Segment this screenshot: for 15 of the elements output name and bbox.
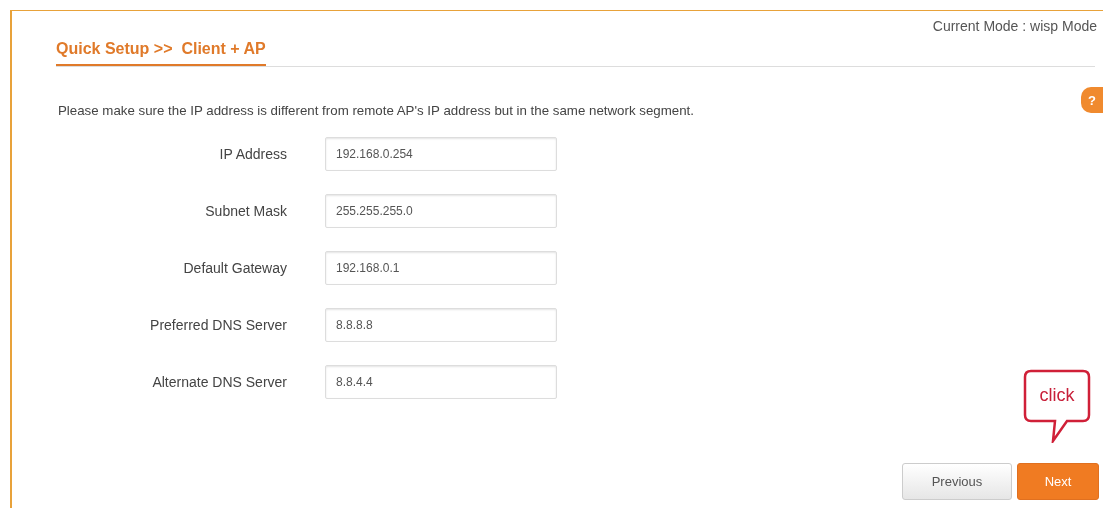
- previous-button[interactable]: Previous: [902, 463, 1012, 500]
- field-label: Alternate DNS Server: [151, 374, 287, 390]
- field-label: Default Gateway: [182, 260, 287, 276]
- field-label: Preferred DNS Server: [149, 317, 287, 333]
- input-field[interactable]: 255.255.255.0: [325, 194, 557, 228]
- input-field[interactable]: 8.8.8.8: [325, 308, 557, 342]
- field-label: IP Address: [218, 146, 287, 162]
- field-label: Subnet Mask: [204, 203, 287, 219]
- input-field[interactable]: 192.168.0.254: [325, 137, 557, 171]
- input-field[interactable]: 192.168.0.1: [325, 251, 557, 285]
- mode-label: Current Mode : wisp Mode: [932, 18, 1097, 34]
- input-field[interactable]: 8.8.4.4: [325, 365, 557, 399]
- click-callout: click: [1023, 369, 1091, 443]
- page-title: Quick Setup >> Client + AP: [56, 40, 266, 66]
- instruction-text: Please make sure the IP address is different from remote AP's IP address but in the same network segment.: [58, 103, 695, 118]
